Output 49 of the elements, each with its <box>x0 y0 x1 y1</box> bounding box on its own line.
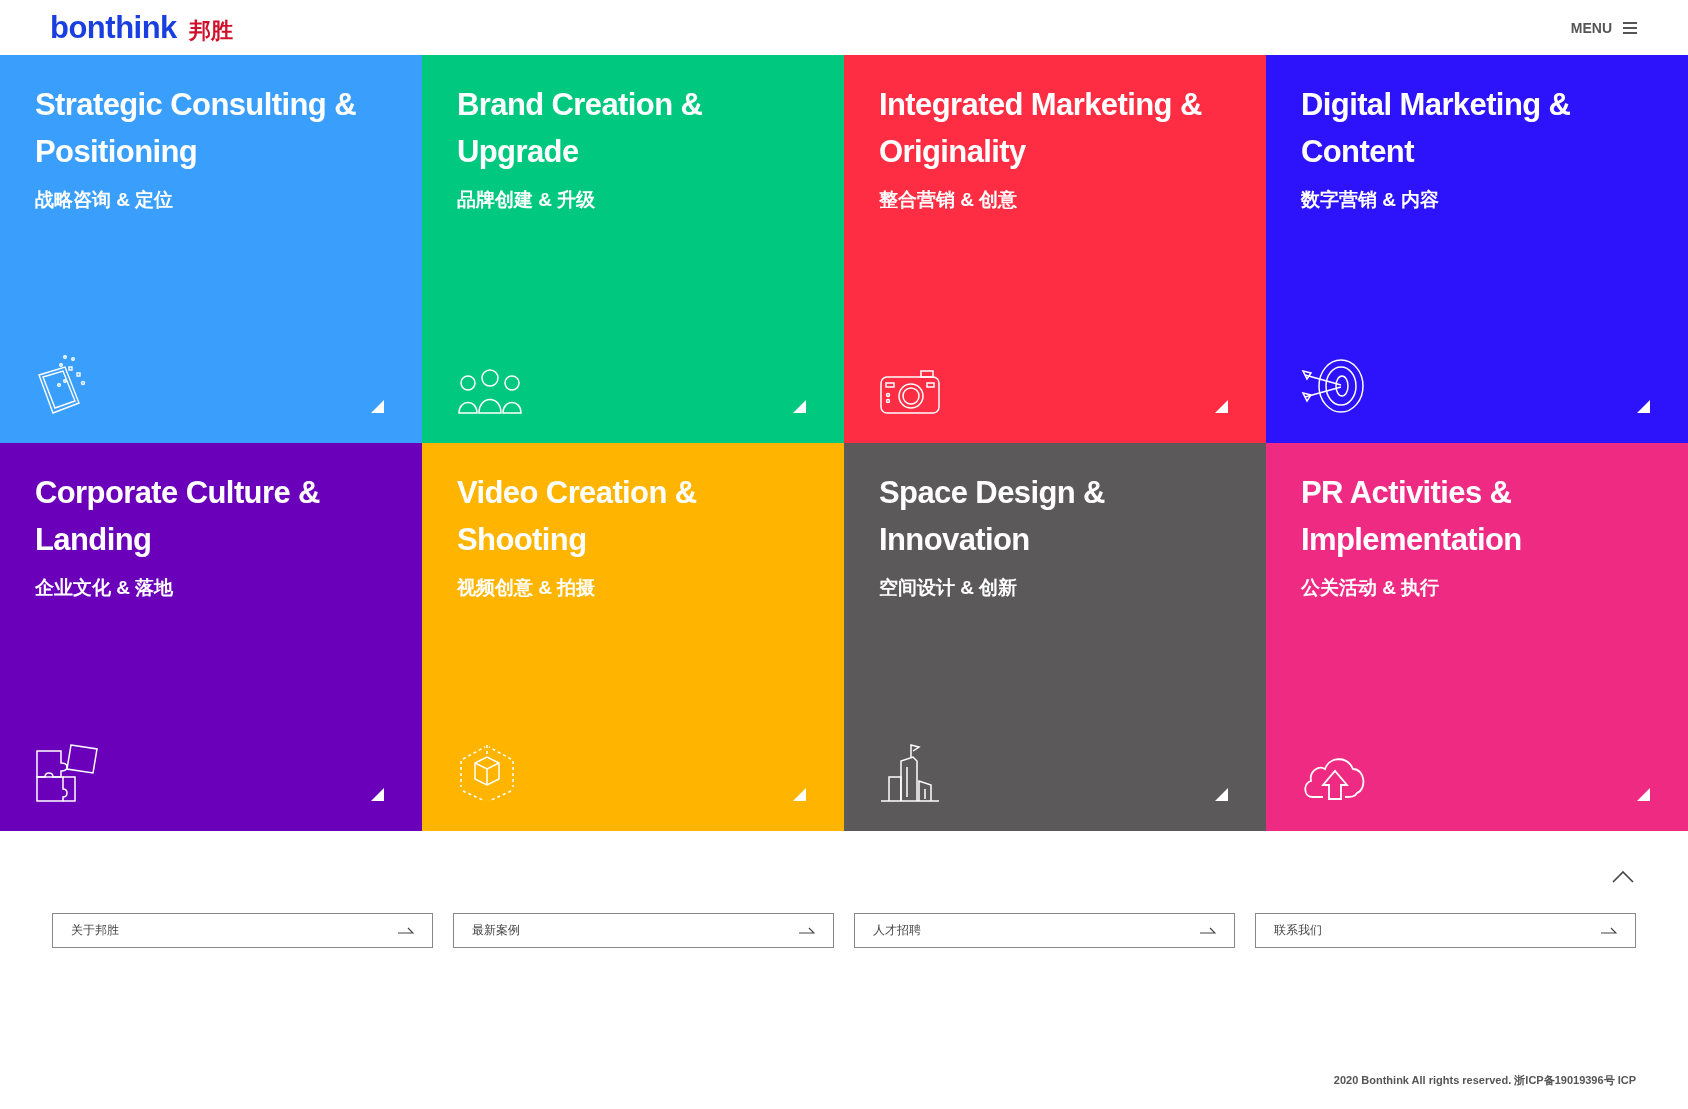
footer-link-button[interactable]: 最新案例 <box>453 913 834 948</box>
tile-title: Video Creation & Shooting <box>457 474 698 559</box>
tile-subtitle: 公关活动 & 执行 <box>1301 576 1441 600</box>
service-tile[interactable]: Digital Marketing & Content 数字营销 & 内容 <box>1266 55 1688 443</box>
menu-button[interactable]: MENU <box>1570 19 1638 36</box>
menu-icon <box>1622 20 1638 35</box>
logo-wordmark[interactable]: bonthink <box>50 9 177 46</box>
buildings-icon <box>879 743 941 803</box>
tile-title: Space Design & Innovation <box>879 474 1106 559</box>
corner-triangle-icon <box>1215 788 1228 801</box>
corner-triangle-icon <box>793 788 806 801</box>
tile-subtitle: 品牌创建 & 升级 <box>457 188 597 212</box>
service-tile[interactable]: Integrated Marketing & Originality 整合营销 & 创意 <box>844 55 1266 443</box>
corner-triangle-icon <box>1215 400 1228 413</box>
corner-triangle-icon <box>371 788 384 801</box>
tile-title: Strategic Consulting & Positioning <box>35 86 357 171</box>
corner-triangle-icon <box>371 400 384 413</box>
cube-icon <box>457 743 517 803</box>
corner-triangle-icon <box>793 400 806 413</box>
copyright-text: 2020 Bonthink All rights reserved. 浙ICP备19019396号 ICP <box>1333 1073 1636 1088</box>
footer-link-button[interactable]: 联系我们 <box>1255 913 1636 948</box>
tile-subtitle: 战略咨询 & 定位 <box>35 188 175 212</box>
puzzle-icon <box>35 743 99 803</box>
tile-subtitle: 企业文化 & 落地 <box>35 576 175 600</box>
arrow-right-icon <box>1601 926 1617 935</box>
corner-triangle-icon <box>1637 400 1650 413</box>
tile-subtitle: 数字营销 & 内容 <box>1301 188 1441 212</box>
arrow-right-icon <box>1200 926 1216 935</box>
service-tile[interactable]: Space Design & Innovation 空间设计 & 创新 <box>844 443 1266 831</box>
tile-subtitle: 视频创意 & 拍摄 <box>457 576 597 600</box>
scroll-top-button[interactable] <box>1612 871 1634 883</box>
arrow-right-icon <box>398 926 414 935</box>
corner-triangle-icon <box>1637 788 1650 801</box>
people-icon <box>457 369 523 415</box>
service-tile[interactable]: PR Activities & Implementation 公关活动 & 执行 <box>1266 443 1688 831</box>
footer-link-button[interactable]: 人才招聘 <box>854 913 1235 948</box>
service-tile[interactable]: Corporate Culture & Landing 企业文化 & 落地 <box>0 443 422 831</box>
tile-title: Brand Creation & Upgrade <box>457 86 704 171</box>
camera-icon <box>879 369 941 415</box>
arrow-right-icon <box>799 926 815 935</box>
tile-title: Corporate Culture & Landing <box>35 474 321 559</box>
tile-title: PR Activities & Implementation <box>1301 474 1523 559</box>
logo-chinese: 邦胜 <box>188 16 233 45</box>
tile-subtitle: 空间设计 & 创新 <box>879 576 1019 600</box>
tile-subtitle: 整合营销 & 创意 <box>879 188 1019 212</box>
target-arrow-icon <box>1301 357 1367 415</box>
tile-title: Integrated Marketing & Originality <box>879 86 1203 171</box>
tile-title: Digital Marketing & Content <box>1301 86 1572 171</box>
footer-link-button[interactable]: 关于邦胜 <box>52 913 433 948</box>
